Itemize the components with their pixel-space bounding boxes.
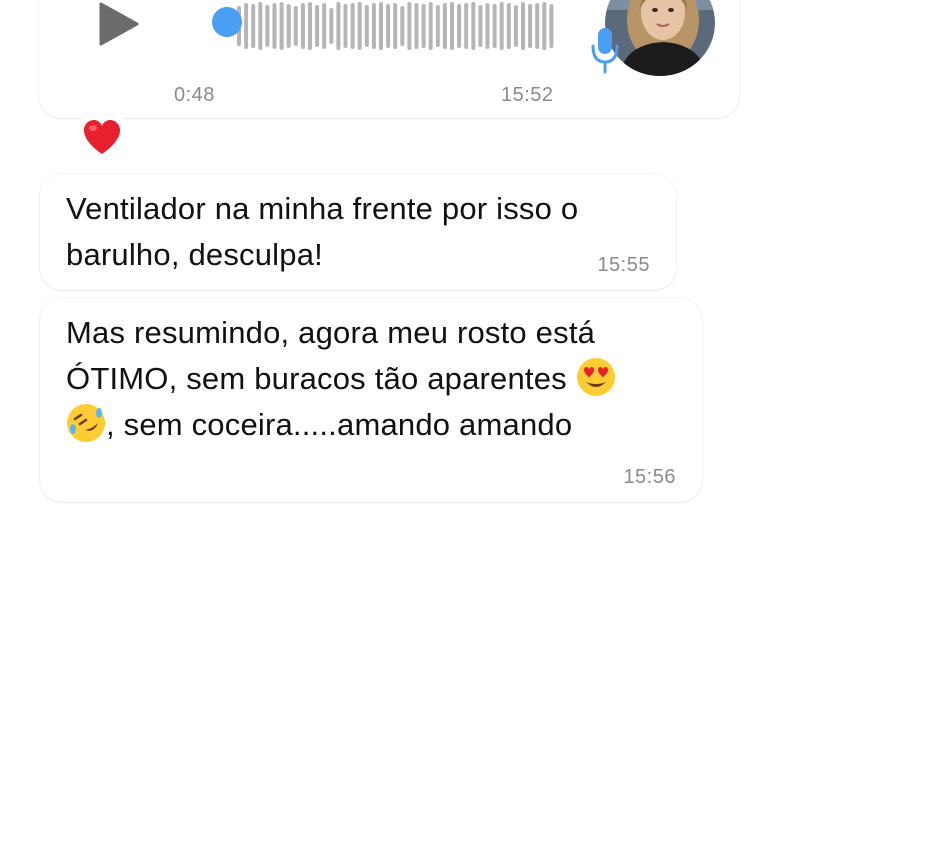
- waveform-bar: [251, 4, 256, 48]
- voice-message-bubble[interactable]: 0:48 15:52: [39, 0, 739, 118]
- waveform-bar: [286, 4, 291, 48]
- message-text: Mas resumindo, agora meu rosto está ÓTIM…: [66, 310, 686, 448]
- waveform-bar: [442, 3, 447, 49]
- waveform-bar: [400, 6, 405, 46]
- waveform-bar: [343, 4, 348, 48]
- waveform-bar: [478, 5, 483, 47]
- waveform-bar: [450, 2, 454, 50]
- message-timestamp: 15:56: [623, 466, 676, 488]
- message-bubble[interactable]: Ventilador na minha frente por isso o ba…: [40, 174, 676, 290]
- waveform-bar: [521, 2, 525, 50]
- voice-duration: 0:48: [174, 84, 215, 106]
- play-icon[interactable]: [97, 1, 139, 47]
- waveform-bar: [322, 3, 327, 49]
- message-bubble[interactable]: Mas resumindo, agora meu rosto está ÓTIM…: [40, 298, 702, 502]
- waveform-bar: [329, 8, 334, 44]
- waveform-bar: [485, 3, 490, 49]
- waveform-bar: [513, 5, 518, 47]
- rolling-laughing-emoji-icon: [67, 404, 105, 442]
- message-text: Ventilador na minha frente por isso o ba…: [66, 186, 666, 278]
- waveform-bar: [364, 5, 369, 47]
- waveform-bar: [300, 3, 305, 49]
- waveform-bar: [542, 2, 547, 50]
- message-timestamp: 15:55: [597, 254, 650, 276]
- waveform-bar: [506, 3, 511, 49]
- waveform-bar: [272, 3, 277, 49]
- chat-view: 0:48 15:52 Ventilador na minha frente po…: [0, 0, 952, 841]
- audio-waveform[interactable]: [189, 0, 559, 52]
- waveform-bar: [293, 6, 298, 46]
- waveform-bar: [492, 4, 497, 48]
- waveform-bar: [265, 5, 270, 47]
- waveform-bar: [308, 2, 312, 50]
- waveform-bar: [350, 3, 355, 49]
- microphone-icon: [591, 28, 619, 74]
- waveform-bar: [279, 2, 284, 50]
- waveform-bar: [414, 3, 419, 49]
- waveform-bar: [258, 2, 263, 50]
- message-line: ÓTIMO, sem buracos tão aparentes: [66, 361, 567, 396]
- heart-eyes-emoji-icon: [576, 358, 615, 396]
- waveform-bar: [386, 4, 391, 48]
- playback-scrubber[interactable]: [212, 7, 242, 37]
- heart-icon: [84, 120, 120, 154]
- waveform-bar: [549, 4, 554, 48]
- contact-avatar[interactable]: [605, 0, 715, 76]
- waveform-bar: [379, 2, 383, 50]
- message-line: Ventilador na minha frente por isso o: [66, 191, 579, 226]
- message-line: Mas resumindo, agora meu rosto está: [66, 315, 596, 350]
- waveform-bar: [471, 2, 476, 50]
- waveform-bar: [457, 4, 462, 48]
- waveform-bar: [407, 2, 412, 50]
- waveform-bar: [499, 2, 504, 50]
- message-line: barulho, desculpa!: [66, 237, 323, 272]
- waveform-bar: [371, 3, 376, 49]
- waveform-bar: [393, 3, 398, 49]
- voice-timestamp: 15:52: [501, 84, 554, 106]
- waveform-bar: [244, 3, 249, 49]
- waveform-bar: [315, 5, 320, 47]
- reaction-badge[interactable]: [74, 112, 130, 160]
- message-line: , sem coceira.....amando amando: [106, 407, 573, 442]
- waveform-bar: [535, 3, 540, 49]
- waveform-bar: [421, 4, 426, 48]
- waveform-bar: [357, 2, 362, 50]
- waveform-bar: [428, 2, 433, 50]
- waveform-bar: [464, 3, 469, 49]
- waveform-bar: [336, 2, 341, 50]
- contact-photo: [605, 0, 715, 76]
- waveform-bar: [528, 4, 533, 48]
- waveform-bar: [435, 5, 440, 47]
